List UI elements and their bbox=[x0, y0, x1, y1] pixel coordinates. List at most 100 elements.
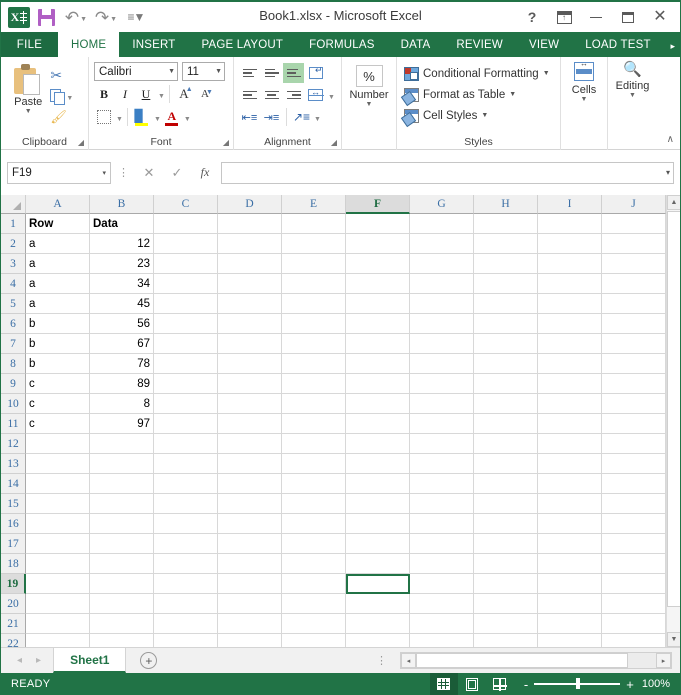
tab-file[interactable]: FILE bbox=[1, 32, 58, 57]
tab-review[interactable]: REVIEW bbox=[443, 32, 516, 57]
cell-B16[interactable] bbox=[90, 514, 154, 534]
cell-J4[interactable] bbox=[602, 274, 666, 294]
font-color-dropdown-icon[interactable]: ▼ bbox=[184, 116, 191, 123]
cell-D16[interactable] bbox=[218, 514, 282, 534]
scroll-down-button[interactable]: ▼ bbox=[667, 632, 680, 647]
cell-E13[interactable] bbox=[282, 454, 346, 474]
cell-A2[interactable]: a bbox=[26, 234, 90, 254]
cell-styles-dropdown-icon[interactable]: ▼ bbox=[481, 112, 488, 119]
cell-F16[interactable] bbox=[346, 514, 410, 534]
cell-B7[interactable]: 67 bbox=[90, 334, 154, 354]
cell-A10[interactable]: c bbox=[26, 394, 90, 414]
cell-C13[interactable] bbox=[154, 454, 218, 474]
cell-B11[interactable]: 97 bbox=[90, 414, 154, 434]
row-header-16[interactable]: 16 bbox=[1, 514, 26, 534]
zoom-slider-thumb[interactable] bbox=[576, 678, 580, 689]
cell-C1[interactable] bbox=[154, 214, 218, 234]
cell-G18[interactable] bbox=[410, 554, 474, 574]
paste-dropdown-icon[interactable]: ▼ bbox=[25, 108, 32, 115]
cell-D22[interactable] bbox=[218, 634, 282, 647]
tab-insert[interactable]: INSERT bbox=[119, 32, 188, 57]
cell-G1[interactable] bbox=[410, 214, 474, 234]
number-dropdown-icon[interactable]: ▼ bbox=[366, 101, 373, 108]
cell-E5[interactable] bbox=[282, 294, 346, 314]
name-box-dropdown-icon[interactable]: ▾ bbox=[102, 169, 106, 177]
underline-button[interactable]: U bbox=[136, 84, 156, 104]
cell-C17[interactable] bbox=[154, 534, 218, 554]
cell-D8[interactable] bbox=[218, 354, 282, 374]
scroll-left-button[interactable]: ◂ bbox=[401, 653, 416, 668]
cell-G9[interactable] bbox=[410, 374, 474, 394]
borders-button[interactable] bbox=[94, 107, 114, 127]
cell-A3[interactable]: a bbox=[26, 254, 90, 274]
row-header-22[interactable]: 22 bbox=[1, 634, 26, 647]
zoom-slider[interactable] bbox=[534, 683, 620, 685]
cell-A12[interactable] bbox=[26, 434, 90, 454]
expand-formula-bar-icon[interactable]: ▾ bbox=[666, 168, 670, 177]
cell-J1[interactable] bbox=[602, 214, 666, 234]
cell-B5[interactable]: 45 bbox=[90, 294, 154, 314]
cell-I15[interactable] bbox=[538, 494, 602, 514]
alignment-dialog-launcher-icon[interactable]: ◢ bbox=[331, 138, 337, 147]
align-left-button[interactable] bbox=[239, 85, 260, 105]
align-center-button[interactable] bbox=[261, 85, 282, 105]
row-header-15[interactable]: 15 bbox=[1, 494, 26, 514]
cell-H10[interactable] bbox=[474, 394, 538, 414]
column-header-G[interactable]: G bbox=[410, 195, 474, 214]
cell-H8[interactable] bbox=[474, 354, 538, 374]
cell-C10[interactable] bbox=[154, 394, 218, 414]
select-all-button[interactable] bbox=[1, 195, 26, 214]
fill-color-dropdown-icon[interactable]: ▼ bbox=[154, 116, 161, 123]
previous-sheet-icon[interactable]: ◂ bbox=[17, 655, 22, 666]
format-painter-button[interactable]: 🖌 bbox=[50, 106, 83, 127]
cell-I8[interactable] bbox=[538, 354, 602, 374]
cell-E11[interactable] bbox=[282, 414, 346, 434]
decrease-indent-button[interactable]: ⇤≡ bbox=[239, 107, 260, 127]
cell-D17[interactable] bbox=[218, 534, 282, 554]
column-header-C[interactable]: C bbox=[154, 195, 218, 214]
cell-F2[interactable] bbox=[346, 234, 410, 254]
cell-H16[interactable] bbox=[474, 514, 538, 534]
normal-view-button[interactable] bbox=[430, 673, 458, 695]
cell-B13[interactable] bbox=[90, 454, 154, 474]
cell-B4[interactable]: 34 bbox=[90, 274, 154, 294]
cell-D4[interactable] bbox=[218, 274, 282, 294]
cell-I20[interactable] bbox=[538, 594, 602, 614]
cell-F21[interactable] bbox=[346, 614, 410, 634]
cell-A15[interactable] bbox=[26, 494, 90, 514]
cell-A11[interactable]: c bbox=[26, 414, 90, 434]
row-header-19[interactable]: 19 bbox=[1, 574, 26, 594]
cell-G10[interactable] bbox=[410, 394, 474, 414]
cell-G12[interactable] bbox=[410, 434, 474, 454]
cell-F19[interactable] bbox=[346, 574, 410, 594]
cell-I4[interactable] bbox=[538, 274, 602, 294]
cell-D13[interactable] bbox=[218, 454, 282, 474]
cell-I14[interactable] bbox=[538, 474, 602, 494]
fill-color-button[interactable]: ▉ bbox=[132, 107, 152, 127]
ribbon-display-options-button[interactable] bbox=[548, 3, 580, 31]
row-header-8[interactable]: 8 bbox=[1, 354, 26, 374]
row-header-10[interactable]: 10 bbox=[1, 394, 26, 414]
cell-A5[interactable]: a bbox=[26, 294, 90, 314]
cell-I16[interactable] bbox=[538, 514, 602, 534]
cell-H17[interactable] bbox=[474, 534, 538, 554]
cell-E18[interactable] bbox=[282, 554, 346, 574]
cell-H5[interactable] bbox=[474, 294, 538, 314]
cell-J16[interactable] bbox=[602, 514, 666, 534]
cell-D11[interactable] bbox=[218, 414, 282, 434]
column-header-J[interactable]: J bbox=[602, 195, 666, 214]
cell-A19[interactable] bbox=[26, 574, 90, 594]
column-header-I[interactable]: I bbox=[538, 195, 602, 214]
cell-C19[interactable] bbox=[154, 574, 218, 594]
cell-F12[interactable] bbox=[346, 434, 410, 454]
font-color-button[interactable]: A bbox=[162, 107, 182, 127]
cell-H21[interactable] bbox=[474, 614, 538, 634]
row-header-4[interactable]: 4 bbox=[1, 274, 26, 294]
cell-A7[interactable]: b bbox=[26, 334, 90, 354]
format-as-table-button[interactable]: Format as Table ▼ bbox=[404, 84, 555, 105]
cell-I12[interactable] bbox=[538, 434, 602, 454]
top-align-button[interactable] bbox=[239, 63, 260, 83]
shrink-font-button[interactable]: A▼ bbox=[195, 84, 215, 104]
cell-F3[interactable] bbox=[346, 254, 410, 274]
row-header-2[interactable]: 2 bbox=[1, 234, 26, 254]
